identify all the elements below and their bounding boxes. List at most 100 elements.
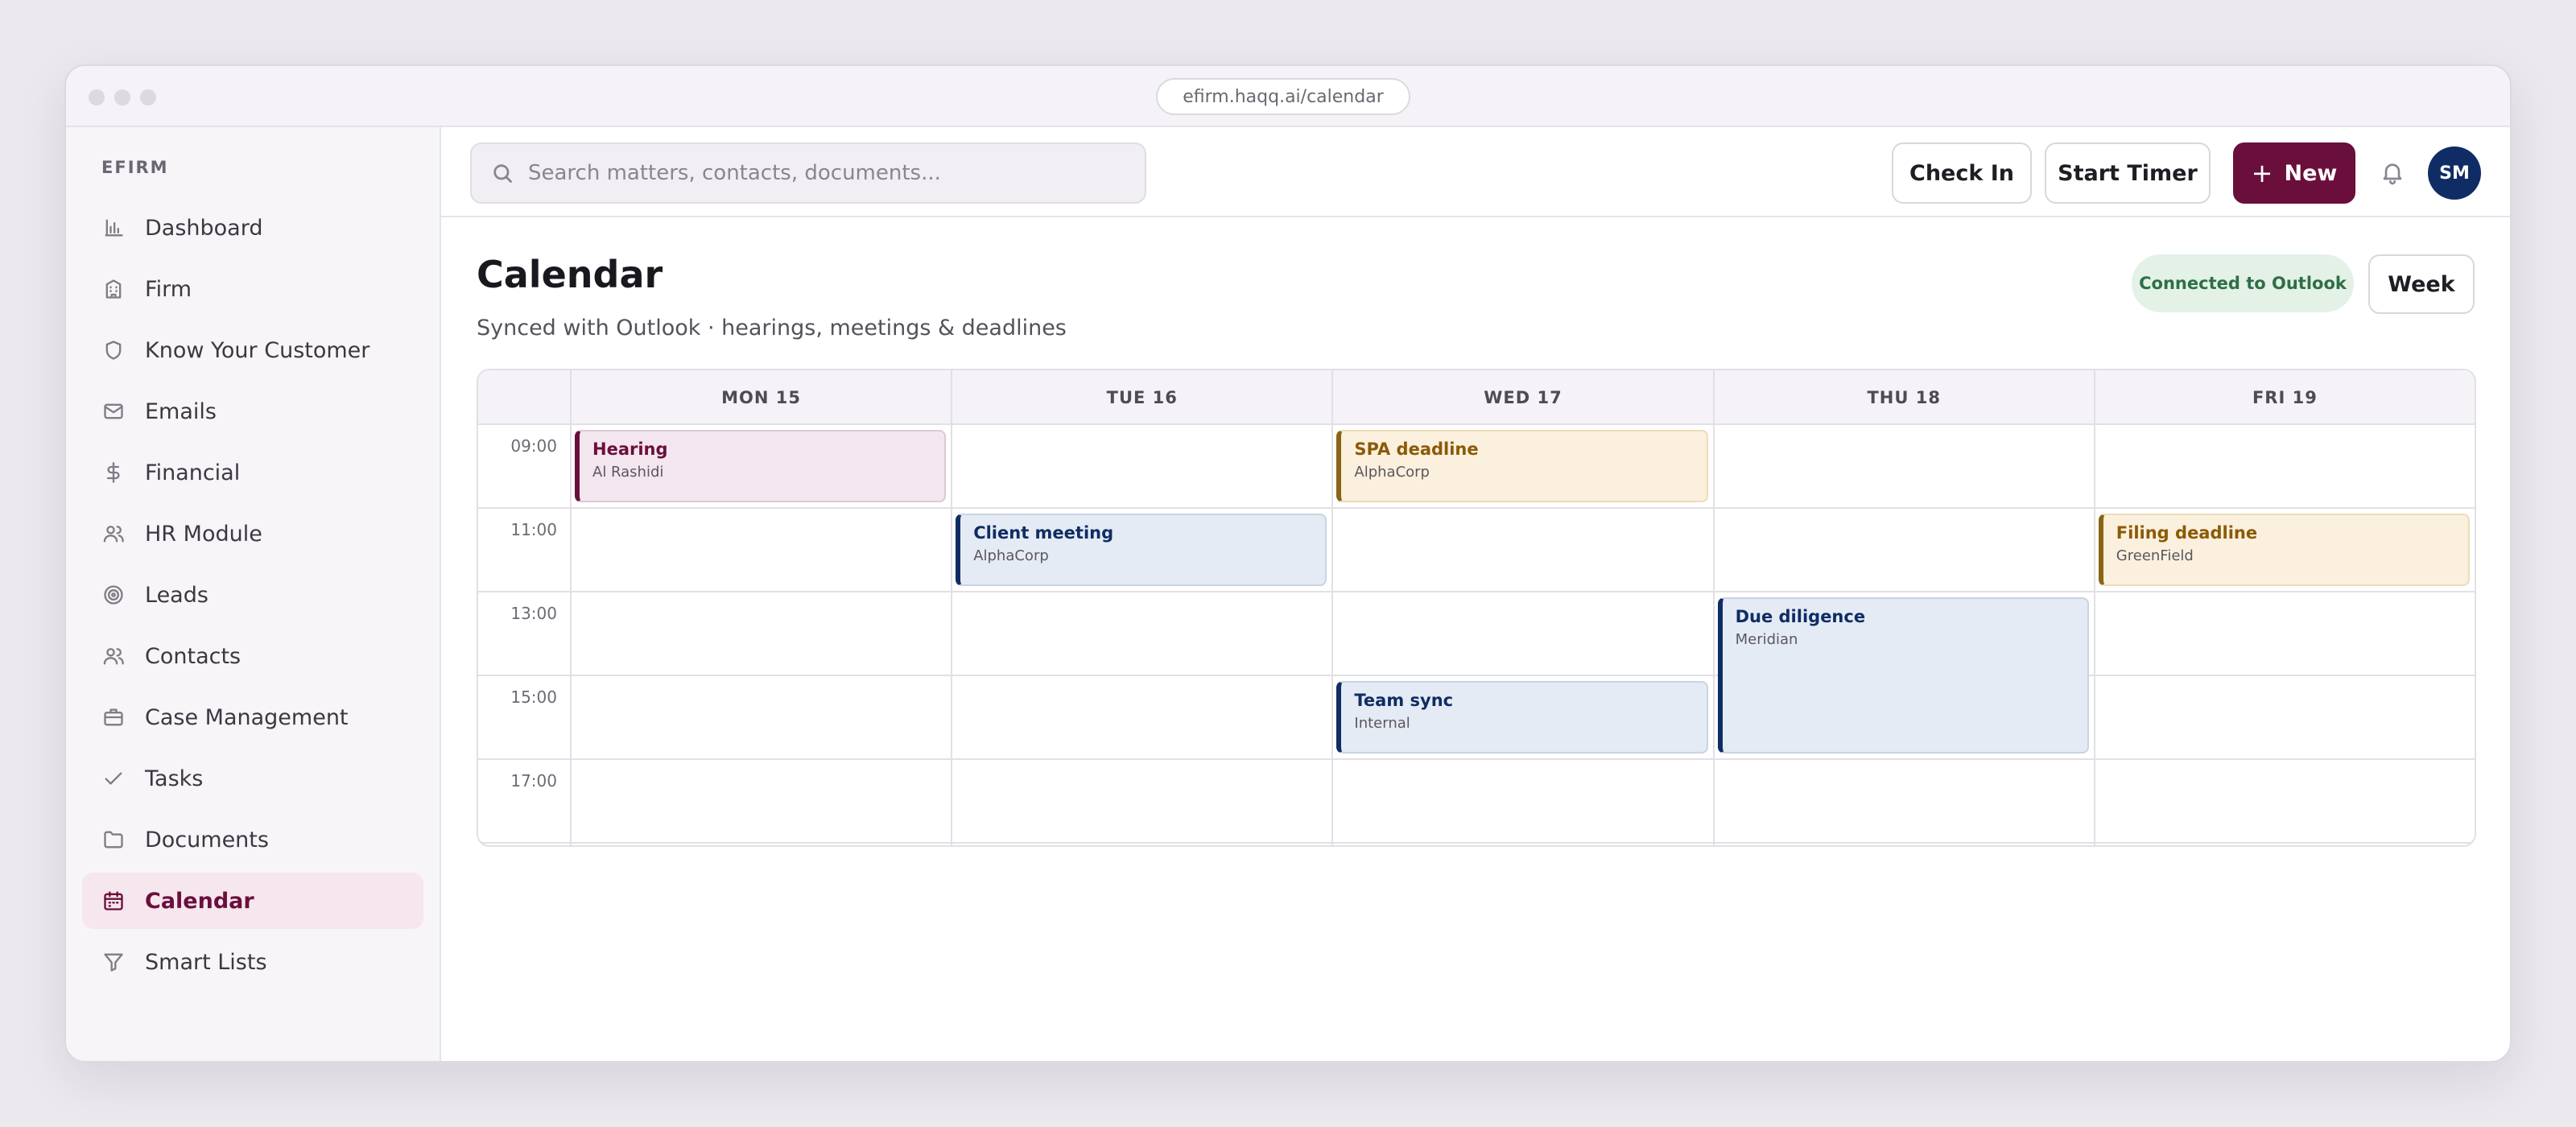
sidebar-nav: Dashboard Firm Know Your Customer Emails Fin… <box>82 200 423 995</box>
outlook-sync-badge: Connected to Outlook <box>2132 254 2354 312</box>
sidebar-item-smart-lists[interactable]: Smart Lists <box>82 934 423 990</box>
mail-icon <box>101 399 126 423</box>
sidebar-item-label: Contacts <box>145 643 242 669</box>
sidebar-item-leads[interactable]: Leads <box>82 567 423 623</box>
calendar-event[interactable]: Due diligence Meridian <box>1717 597 2089 753</box>
sidebar-item-emails[interactable]: Emails <box>82 383 423 440</box>
calendar-event[interactable]: Client meeting AlphaCorp <box>956 514 1327 586</box>
new-button[interactable]: + New <box>2233 142 2355 204</box>
event-title: Client meeting <box>973 523 1114 543</box>
week-view-button[interactable]: Week <box>2368 254 2475 314</box>
time-slot-label: 09:00 <box>478 425 570 509</box>
sidebar-item-label: Case Management <box>145 704 349 730</box>
event-title: SPA deadline <box>1354 440 1479 459</box>
day-column-divider <box>570 425 572 845</box>
time-row-divider <box>478 675 2475 676</box>
sidebar-item-label: Calendar <box>145 888 254 914</box>
calendar-event[interactable]: Filing deadline GreenField <box>2098 514 2470 586</box>
start-timer-button[interactable]: Start Timer <box>2045 142 2211 204</box>
sidebar-item-know-your-customer[interactable]: Know Your Customer <box>82 322 423 378</box>
day-header: TUE 16 <box>951 370 1331 425</box>
sidebar: EFIRM Dashboard Firm Know Your Customer Ema… <box>66 127 441 1061</box>
day-column-divider <box>1712 425 1715 845</box>
sidebar-item-label: Dashboard <box>145 215 263 241</box>
day-column-divider <box>1331 425 1334 845</box>
building-icon <box>101 277 126 301</box>
event-client: Meridian <box>1735 631 1798 648</box>
event-client: Internal <box>1354 715 1410 732</box>
day-header: MON 15 <box>570 370 951 425</box>
page-subtitle: Synced with Outlook · hearings, meetings… <box>477 316 1067 341</box>
sidebar-item-label: Financial <box>145 460 241 485</box>
event-client: AlphaCorp <box>1354 464 1430 481</box>
day-header: FRI 19 <box>2093 370 2475 425</box>
sidebar-item-tasks[interactable]: Tasks <box>82 750 423 807</box>
event-client: Al Rashidi <box>592 464 664 481</box>
search-box[interactable] <box>470 142 1146 204</box>
user-avatar[interactable]: SM <box>2428 147 2481 200</box>
day-column-divider <box>2093 425 2095 845</box>
bar-chart-icon <box>101 216 126 240</box>
day-header: THU 18 <box>1712 370 2094 425</box>
sidebar-item-calendar[interactable]: Calendar <box>82 873 423 929</box>
search-icon <box>493 164 512 183</box>
sidebar-item-dashboard[interactable]: Dashboard <box>82 200 423 256</box>
sidebar-item-documents[interactable]: Documents <box>82 811 423 868</box>
address-bar[interactable]: efirm.haqq.ai/calendar <box>1156 78 1410 115</box>
time-slot-label: 15:00 <box>478 676 570 760</box>
plus-icon: + <box>2251 158 2273 188</box>
calendar-time-column: 09:00 11:00 13:00 15:00 17:00 <box>478 425 570 845</box>
time-row-divider <box>478 842 2475 844</box>
sidebar-item-label: Documents <box>145 827 269 852</box>
main-content: Calendar Synced with Outlook · hearings,… <box>441 217 2510 1061</box>
event-title: Team sync <box>1354 691 1454 710</box>
sidebar-item-label: Emails <box>145 398 217 424</box>
event-client: AlphaCorp <box>973 547 1049 564</box>
calendar-event[interactable]: Team sync Internal <box>1336 681 1708 753</box>
shield-icon <box>101 338 126 362</box>
calendar-week-grid: MON 15 TUE 16 WED 17 THU 18 FRI 19 09:00 11:0… <box>477 369 2476 847</box>
sidebar-item-case-management[interactable]: Case Management <box>82 689 423 745</box>
users-icon <box>101 644 126 668</box>
time-slot-label: 11:00 <box>478 509 570 592</box>
top-bar: Check In Start Timer + New SM <box>441 127 2510 217</box>
window-close-dot[interactable] <box>89 89 105 105</box>
folder-icon <box>101 828 126 852</box>
sidebar-item-label: Know Your Customer <box>145 337 370 363</box>
sidebar-item-firm[interactable]: Firm <box>82 261 423 317</box>
day-header: WED 17 <box>1331 370 1712 425</box>
users-icon <box>101 522 126 546</box>
target-icon <box>101 583 126 607</box>
browser-titlebar: efirm.haqq.ai/calendar <box>66 66 2510 127</box>
briefcase-icon <box>101 705 126 729</box>
window-minimize-dot[interactable] <box>114 89 130 105</box>
calendar-event[interactable]: Hearing Al Rashidi <box>575 430 947 502</box>
window-zoom-dot[interactable] <box>140 89 156 105</box>
search-input[interactable] <box>528 161 1140 185</box>
sidebar-item-label: Smart Lists <box>145 949 267 975</box>
sidebar-item-label: Tasks <box>145 766 204 791</box>
calendar-event[interactable]: SPA deadline AlphaCorp <box>1336 430 1708 502</box>
calendar-icon <box>101 889 126 913</box>
notifications-bell-icon[interactable] <box>2376 156 2409 188</box>
event-title: Filing deadline <box>2116 523 2258 543</box>
sidebar-item-contacts[interactable]: Contacts <box>82 628 423 684</box>
time-slot-label: 13:00 <box>478 592 570 676</box>
time-row-divider <box>478 507 2475 509</box>
calendar-day-header: MON 15 TUE 16 WED 17 THU 18 FRI 19 <box>478 370 2475 425</box>
check-in-button[interactable]: Check In <box>1892 142 2032 204</box>
sidebar-item-financial[interactable]: Financial <box>82 444 423 501</box>
dollar-icon <box>101 460 126 485</box>
time-row-divider <box>478 758 2475 760</box>
brand-logo-text: EFIRM <box>101 158 169 177</box>
browser-window: efirm.haqq.ai/calendar EFIRM Dashboard Fi… <box>64 64 2512 1063</box>
time-slot-label: 17:00 <box>478 760 570 844</box>
sidebar-item-hr-module[interactable]: HR Module <box>82 506 423 562</box>
page-title: Calendar <box>477 253 663 296</box>
event-title: Hearing <box>592 440 668 459</box>
event-client: GreenField <box>2116 547 2194 564</box>
day-column-divider <box>951 425 953 845</box>
event-title: Due diligence <box>1735 607 1866 626</box>
time-row-divider <box>478 591 2475 592</box>
sidebar-item-label: HR Module <box>145 521 262 547</box>
